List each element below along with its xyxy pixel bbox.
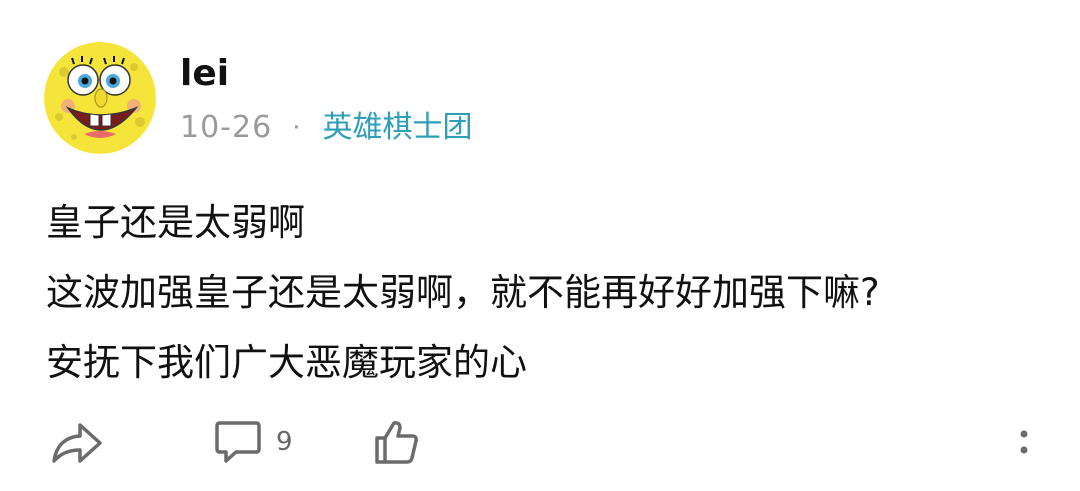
- more-vertical-icon: [1020, 430, 1028, 454]
- like-button[interactable]: [372, 416, 420, 468]
- thumbs-up-icon: [375, 421, 418, 464]
- action-bar: 9: [0, 410, 1080, 474]
- spongebob-avatar-image: [44, 42, 156, 154]
- post-content: 皇子还是太弱啊 这波加强皇子还是太弱啊，就不能再好好加强下嘛? 安抚下我们广大恶…: [46, 188, 1046, 398]
- post-meta: 10-26 · 英雄棋士团: [180, 108, 472, 148]
- content-line: 这波加强皇子还是太弱啊，就不能再好好加强下嘛?: [46, 271, 880, 314]
- meta-separator: ·: [292, 113, 301, 143]
- post-date: 10-26: [180, 110, 273, 145]
- post-card: lei 10-26 · 英雄棋士团 皇子还是太弱啊 这波加强皇子还是太弱啊，就不…: [0, 0, 1080, 491]
- avatar[interactable]: [44, 42, 156, 154]
- more-button[interactable]: [1016, 416, 1032, 468]
- share-button[interactable]: [50, 416, 104, 468]
- username[interactable]: lei: [180, 52, 229, 96]
- comment-button[interactable]: 9: [214, 416, 293, 468]
- content-line: 安抚下我们广大恶魔玩家的心: [46, 341, 527, 384]
- comment-bubble-icon: [215, 421, 261, 463]
- content-line: 皇子还是太弱啊: [46, 201, 305, 244]
- comment-count: 9: [276, 427, 293, 457]
- group-link[interactable]: 英雄棋士团: [322, 108, 472, 148]
- share-arrow-icon: [52, 423, 102, 463]
